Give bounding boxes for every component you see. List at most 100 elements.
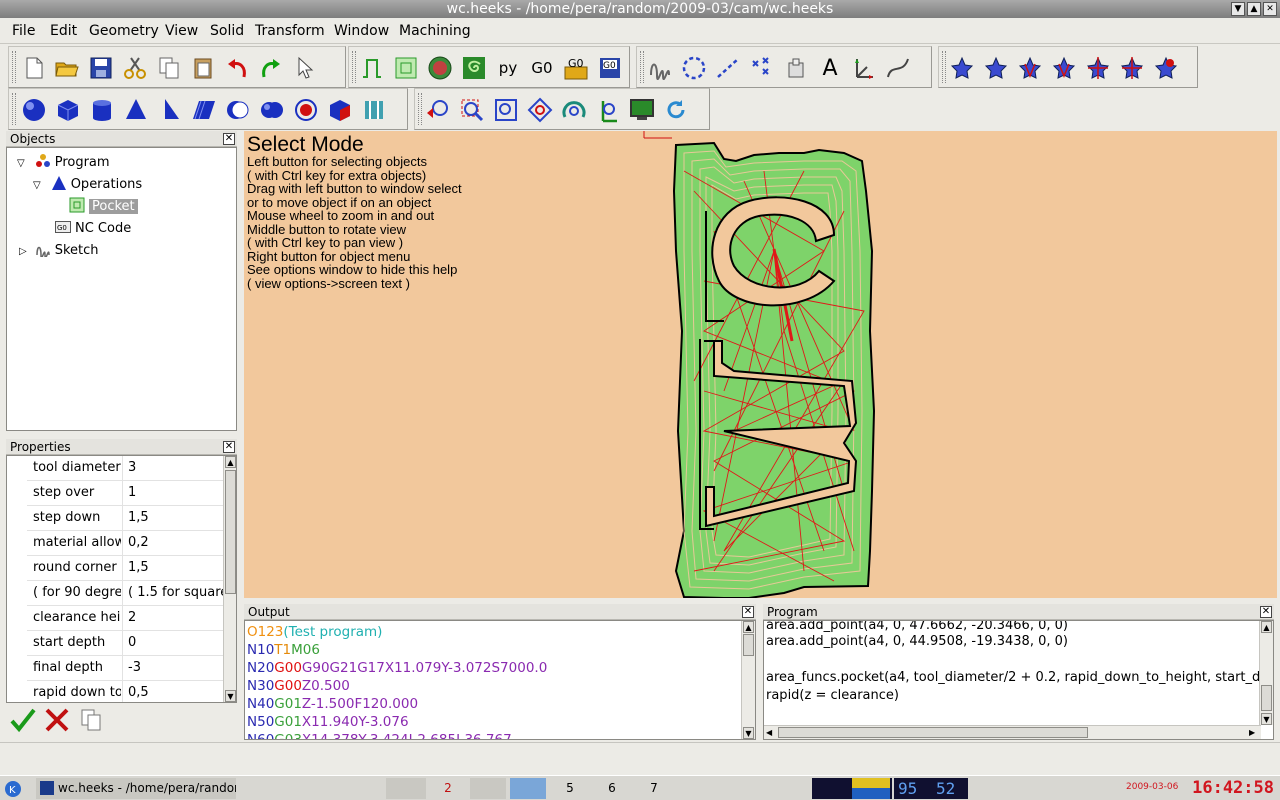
close-icon[interactable]: ✕ [742, 606, 754, 618]
toolbar-grip[interactable] [942, 51, 946, 83]
redraw-icon[interactable] [661, 95, 691, 125]
points-icon[interactable] [747, 53, 777, 83]
menu-machining[interactable]: Machining [399, 23, 471, 39]
nc-code-icon[interactable]: G0 [527, 53, 557, 83]
scrollbar-thumb[interactable] [1261, 685, 1272, 711]
zigzag-icon[interactable] [425, 53, 455, 83]
desktop-button[interactable]: 2 [430, 778, 466, 799]
snap-star-3-icon[interactable] [1015, 53, 1045, 83]
redo-icon[interactable] [256, 53, 286, 83]
copy-icon[interactable] [154, 53, 184, 83]
expand-arrow-icon[interactable]: ▽ [17, 158, 25, 169]
undo-icon[interactable] [222, 53, 252, 83]
scroll-up-icon[interactable]: ▲ [1261, 621, 1272, 633]
text-icon[interactable]: A [815, 53, 845, 83]
ruled-surface-icon[interactable] [189, 95, 219, 125]
view-axis-icon[interactable] [593, 95, 623, 125]
screen-icon[interactable] [627, 95, 657, 125]
desktop-button[interactable]: 7 [636, 778, 672, 799]
scroll-up-icon[interactable]: ▲ [225, 456, 236, 468]
adaptive-icon[interactable] [459, 53, 489, 83]
toolbar-grip[interactable] [418, 93, 422, 125]
scrollbar-thumb[interactable] [778, 727, 1088, 738]
scrollbar-thumb[interactable] [743, 634, 754, 656]
output-scrollbar[interactable]: ▲ ▼ [741, 621, 755, 739]
common-icon[interactable] [291, 95, 321, 125]
save-icon[interactable] [86, 53, 116, 83]
desktop-button[interactable]: 5 [552, 778, 588, 799]
view-back-icon[interactable] [423, 95, 453, 125]
desktop-pager[interactable] [386, 778, 426, 799]
menu-window[interactable]: Window [334, 23, 389, 39]
volume-icon[interactable] [1092, 778, 1112, 799]
desktop-button-monitor[interactable] [470, 778, 506, 799]
snap-star-7-icon[interactable] [1151, 53, 1181, 83]
program-hscrollbar[interactable]: ◀ ▶ [764, 725, 1261, 739]
desktop-button[interactable]: 6 [594, 778, 630, 799]
zoom-window-icon[interactable] [457, 95, 487, 125]
tray-app-icon[interactable] [720, 778, 756, 799]
snap-star-6-icon[interactable] [1117, 53, 1147, 83]
dashed-line-icon[interactable] [713, 53, 743, 83]
cancel-icon[interactable] [44, 707, 70, 737]
new-file-icon[interactable] [19, 53, 49, 83]
property-row[interactable]: round corner factor1,5 [27, 556, 223, 581]
toolbar-grip[interactable] [640, 51, 644, 83]
kde-menu-icon[interactable]: K [4, 778, 22, 799]
clock[interactable]: 16:42:58 [1192, 778, 1274, 799]
menu-view[interactable]: View [165, 23, 198, 39]
tree-item-operations[interactable]: ▽ Operations [33, 175, 142, 195]
desktop-button-active[interactable] [510, 778, 546, 799]
property-row[interactable]: start depth 0 [27, 631, 223, 656]
post-process-icon[interactable]: G0 [561, 53, 591, 83]
output-text[interactable]: O123(Test program) N10T1M06 N20G00G90G21G1… [244, 620, 756, 740]
collapse-arrow-icon[interactable]: ▷ [19, 246, 27, 257]
fit-view-icon[interactable] [491, 95, 521, 125]
loft-icon[interactable] [359, 95, 389, 125]
menu-transform[interactable]: Transform [255, 23, 325, 39]
clipboard-icon[interactable] [1042, 778, 1062, 799]
property-row[interactable]: material allowance0,2 [27, 531, 223, 556]
window-titlebar[interactable]: wc.heeks - /home/pera/random/2009-03/cam… [0, 0, 1280, 18]
property-row[interactable]: tool diameter 3 [27, 456, 223, 481]
toolbar-grip[interactable] [12, 93, 16, 125]
tree-item-sketch[interactable]: ▷ Sketch [19, 241, 99, 261]
cube-icon[interactable] [53, 95, 83, 125]
apply-icon[interactable] [10, 707, 36, 737]
printer-icon[interactable] [1066, 778, 1086, 799]
menu-solid[interactable]: Solid [210, 23, 244, 39]
cut-icon[interactable] [120, 53, 150, 83]
axis-icon[interactable] [849, 53, 879, 83]
tray-app-icon[interactable] [762, 778, 798, 799]
property-row[interactable]: rapid down to 0,5 [27, 681, 223, 702]
close-window-icon[interactable]: ✕ [1263, 2, 1277, 16]
taskbar-window-button[interactable]: wc.heeks - /home/pera/random/2009-03/cam… [36, 778, 236, 799]
spline-icon[interactable] [883, 53, 913, 83]
profile-icon[interactable] [357, 53, 387, 83]
trash-icon[interactable] [980, 778, 1000, 799]
property-row[interactable]: step down 1,5 [27, 506, 223, 531]
fuse-icon[interactable] [257, 95, 287, 125]
cylinder-icon[interactable] [87, 95, 117, 125]
cut-solid-icon[interactable] [223, 95, 253, 125]
property-row[interactable]: final depth -3 [27, 656, 223, 681]
snap-star-5-icon[interactable] [1083, 53, 1113, 83]
scroll-down-icon[interactable]: ▼ [743, 727, 754, 739]
tray-app-icon[interactable] [678, 778, 714, 799]
program-vscrollbar[interactable]: ▲ ▼ [1259, 621, 1273, 725]
properties-scrollbar[interactable]: ▲ ▼ [223, 456, 236, 702]
close-icon[interactable]: ✕ [223, 133, 235, 145]
tree-item-nc-code[interactable]: G0 NC Code [55, 219, 131, 239]
maximize-icon[interactable]: ▲ [1247, 2, 1261, 16]
pocket-icon[interactable] [391, 53, 421, 83]
tree-item-program[interactable]: ▽ Program [17, 153, 110, 173]
network-icon[interactable] [1018, 778, 1038, 799]
property-row[interactable]: clearance height2 [27, 606, 223, 631]
python-script-icon[interactable]: py [493, 53, 523, 83]
snap-star-1-icon[interactable] [947, 53, 977, 83]
scroll-right-icon[interactable]: ▶ [1249, 727, 1259, 738]
sphere-icon[interactable] [19, 95, 49, 125]
open-folder-icon[interactable] [52, 53, 82, 83]
coordinate-system-icon[interactable] [781, 53, 811, 83]
scroll-down-icon[interactable]: ▼ [225, 690, 236, 702]
